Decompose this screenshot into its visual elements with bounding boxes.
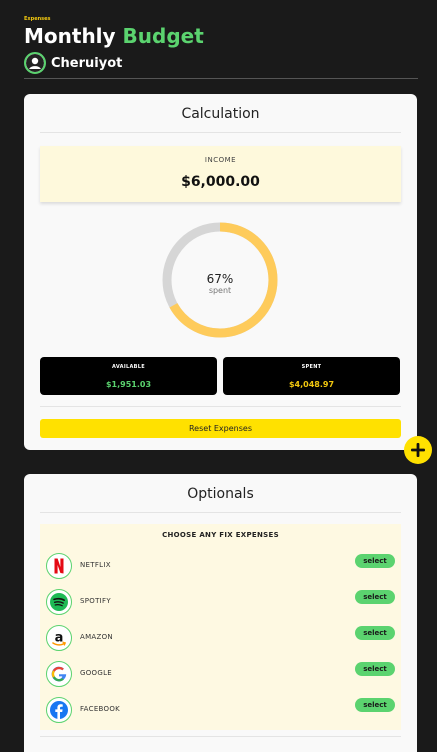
income-value: $6,000.00 [181,174,260,190]
amazon-icon: a [46,625,72,651]
expense-name: FACEBOOK [80,705,121,713]
select-google-button[interactable]: select [355,662,395,676]
netflix-icon [46,553,72,579]
list-item-google: GOOGLE select [40,660,401,688]
available-label: AVAILABLE [112,364,145,370]
app-header: Expenses Monthly Budget Cheruiyot [24,16,418,74]
page-title: Monthly Budget [24,23,418,49]
expense-name: NETFLIX [80,561,111,569]
plus-icon [411,443,425,457]
select-netflix-button[interactable]: select [355,554,395,568]
fixed-expenses-panel: CHOOSE ANY FIX EXPENSES NETFLIX select S… [40,524,401,730]
spent-value: $4,048.97 [288,380,335,389]
reset-expenses-button[interactable]: Reset Expenses [40,419,401,438]
spent-box: SPENT $4,048.97 [223,357,400,395]
available-value: $1,951.03 [105,380,152,389]
user-name: Cheruiyot [51,55,123,71]
expense-name: GOOGLE [80,669,112,677]
income-box: INCOME $6,000.00 [40,146,401,202]
spent-caption: spent [208,286,232,295]
expense-name: AMAZON [80,633,113,641]
header-divider [24,78,418,79]
select-spotify-button[interactable]: select [355,590,395,604]
list-item-netflix: NETFLIX select [40,552,401,580]
app-tag: Expenses [24,16,51,22]
list-item-amazon: a AMAZON select [40,624,401,652]
spent-percent: 67% [206,272,234,286]
optionals-title-divider [40,512,401,513]
add-expense-button[interactable] [404,436,432,464]
user-avatar-icon[interactable] [24,52,46,74]
svg-text:a: a [55,631,64,646]
available-box: AVAILABLE $1,951.03 [40,357,217,395]
calculation-title-divider [40,132,401,133]
optionals-bottom-divider [40,736,401,737]
stats-divider [40,406,401,407]
income-label: INCOME [204,156,237,164]
calculation-card: Calculation INCOME $6,000.00 67% spent A… [24,94,417,450]
spent-label: SPENT [301,364,322,370]
optionals-card: Optionals CHOOSE ANY FIX EXPENSES NETFLI… [24,474,417,752]
title-accent: Budget [122,24,204,48]
list-item-facebook: FACEBOOK select [40,696,401,724]
calculation-title: Calculation [181,106,260,122]
fixed-expenses-heading: CHOOSE ANY FIX EXPENSES [162,531,279,539]
title-prefix: Monthly [24,24,116,48]
select-facebook-button[interactable]: select [355,698,395,712]
expense-name: SPOTIFY [80,597,111,605]
facebook-icon [46,697,72,723]
donut-center-label: 67% spent [160,272,280,296]
user-row: Cheruiyot [24,52,418,74]
spotify-icon [46,589,72,615]
list-item-spotify: SPOTIFY select [40,588,401,616]
select-amazon-button[interactable]: select [355,626,395,640]
optionals-title: Optionals [187,486,254,502]
google-icon [46,661,72,687]
